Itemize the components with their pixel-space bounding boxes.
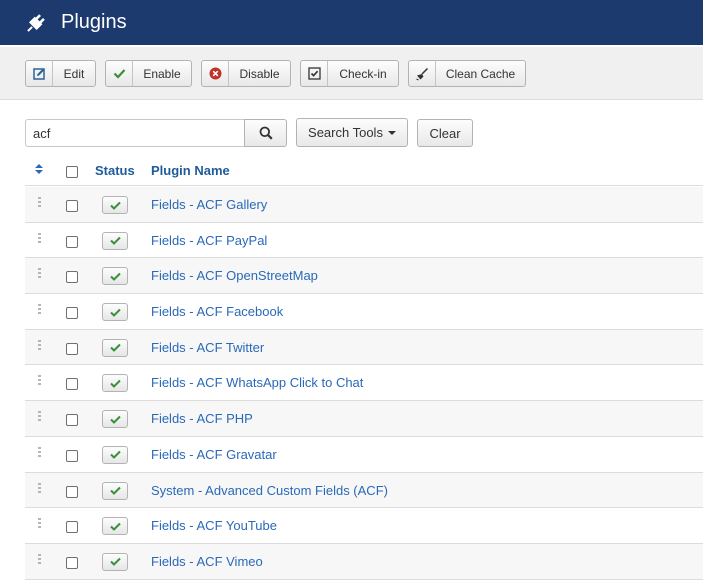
drag-handle-icon[interactable] bbox=[38, 482, 41, 493]
plugin-list: Fields - ACF Gallery Fields - ACF PayPal… bbox=[25, 187, 703, 580]
table-row: Fields - ACF PHP bbox=[25, 401, 703, 437]
plug-icon bbox=[24, 11, 48, 35]
table-row: Fields - ACF Facebook bbox=[25, 294, 703, 330]
row-checkbox[interactable] bbox=[66, 378, 78, 391]
table-row: Fields - ACF PayPal bbox=[25, 223, 703, 259]
check-icon bbox=[109, 201, 121, 210]
disable-icon bbox=[202, 61, 229, 86]
check-icon bbox=[106, 61, 133, 86]
drag-handle-icon[interactable] bbox=[38, 197, 41, 207]
row-checkbox[interactable] bbox=[66, 342, 78, 355]
row-checkbox[interactable] bbox=[66, 485, 78, 498]
plugin-name-link[interactable]: Fields - ACF PHP bbox=[151, 411, 253, 426]
check-icon bbox=[109, 344, 121, 353]
plugin-name-link[interactable]: Fields - ACF Vimeo bbox=[151, 554, 263, 569]
column-header-plugin-name[interactable]: Plugin Name bbox=[151, 163, 230, 178]
check-icon bbox=[109, 486, 121, 495]
search-tools-label: Search Tools bbox=[308, 125, 383, 140]
table-row: Fields - ACF Twitter bbox=[25, 329, 703, 366]
status-toggle[interactable] bbox=[102, 517, 128, 536]
search-tools-button[interactable]: Search Tools bbox=[296, 118, 408, 147]
status-toggle[interactable] bbox=[102, 410, 128, 429]
status-toggle[interactable] bbox=[102, 231, 128, 250]
enable-button-label: Enable bbox=[143, 66, 181, 81]
check-icon bbox=[109, 415, 121, 424]
edit-button[interactable]: Edit bbox=[25, 60, 96, 87]
drag-handle-icon[interactable] bbox=[38, 411, 41, 422]
plugin-name-link[interactable]: Fields - ACF Facebook bbox=[151, 304, 283, 319]
check-icon bbox=[109, 379, 121, 388]
status-toggle[interactable] bbox=[102, 552, 128, 571]
plugin-name-link[interactable]: Fields - ACF WhatsApp Click to Chat bbox=[151, 375, 363, 390]
enable-button[interactable]: Enable bbox=[105, 60, 192, 87]
plugin-name-link[interactable]: Fields - ACF YouTube bbox=[151, 518, 277, 533]
row-checkbox[interactable] bbox=[66, 556, 78, 569]
checkin-icon bbox=[301, 61, 328, 86]
edit-button-label: Edit bbox=[63, 66, 85, 81]
drag-handle-icon[interactable] bbox=[38, 518, 41, 529]
table-row: Fields - ACF YouTube bbox=[25, 508, 703, 544]
table-row: Fields - ACF OpenStreetMap bbox=[25, 258, 703, 295]
drag-handle-icon[interactable] bbox=[38, 375, 41, 386]
plugin-name-link[interactable]: Fields - ACF Gravatar bbox=[151, 447, 277, 462]
page-header: Plugins bbox=[0, 0, 703, 45]
row-checkbox[interactable] bbox=[66, 235, 78, 248]
drag-handle-icon[interactable] bbox=[38, 339, 41, 350]
check-icon bbox=[109, 272, 121, 281]
plugin-name-link[interactable]: Fields - ACF OpenStreetMap bbox=[151, 268, 318, 283]
drag-handle-icon[interactable] bbox=[38, 553, 41, 564]
drag-handle-icon[interactable] bbox=[38, 232, 41, 243]
clear-button[interactable]: Clear bbox=[417, 119, 473, 147]
plugin-name-link[interactable]: Fields - ACF PayPal bbox=[151, 233, 267, 248]
check-icon bbox=[109, 522, 121, 531]
search-button[interactable] bbox=[244, 119, 287, 147]
clean-cache-button-label: Clean Cache bbox=[445, 66, 516, 81]
row-checkbox[interactable] bbox=[66, 271, 78, 284]
status-toggle[interactable] bbox=[102, 445, 128, 464]
check-icon bbox=[109, 236, 121, 246]
clean-cache-button[interactable]: Clean Cache bbox=[408, 60, 526, 87]
drag-handle-icon[interactable] bbox=[38, 268, 41, 279]
status-toggle[interactable] bbox=[102, 303, 128, 322]
drag-handle-icon[interactable] bbox=[38, 446, 41, 457]
table-row: Fields - ACF Gallery bbox=[25, 187, 703, 223]
search-input[interactable] bbox=[25, 119, 245, 147]
select-all-checkbox[interactable] bbox=[66, 166, 78, 178]
checkin-button[interactable]: Check-in bbox=[300, 60, 399, 87]
check-icon bbox=[109, 558, 121, 567]
table-row: Fields - ACF WhatsApp Click to Chat bbox=[25, 365, 703, 402]
status-toggle[interactable] bbox=[102, 338, 128, 357]
caret-down-icon bbox=[387, 130, 396, 135]
row-checkbox[interactable] bbox=[66, 449, 78, 462]
status-toggle[interactable] bbox=[102, 267, 128, 286]
table-row: Fields - ACF Gravatar bbox=[25, 437, 703, 473]
sort-ordering-icon[interactable] bbox=[34, 163, 44, 178]
table-row: Fields - ACF Vimeo bbox=[25, 543, 703, 580]
plugin-name-link[interactable]: System - Advanced Custom Fields (ACF) bbox=[151, 483, 388, 498]
plugin-name-link[interactable]: Fields - ACF Twitter bbox=[151, 340, 264, 355]
toolbar: Edit Enable Disable Check-in Clean Cache bbox=[0, 47, 703, 100]
status-toggle[interactable] bbox=[102, 481, 128, 500]
plugin-name-link[interactable]: Fields - ACF Gallery bbox=[151, 197, 267, 212]
column-header-status[interactable]: Status bbox=[95, 163, 135, 178]
clean-cache-icon bbox=[409, 61, 436, 86]
page-title: Plugins bbox=[61, 11, 127, 33]
row-checkbox[interactable] bbox=[66, 521, 78, 534]
row-checkbox[interactable] bbox=[66, 414, 78, 427]
table-header: Status Plugin Name bbox=[25, 156, 703, 186]
row-checkbox[interactable] bbox=[66, 307, 78, 320]
clear-button-label: Clear bbox=[429, 125, 461, 141]
table-row: System - Advanced Custom Fields (ACF) bbox=[25, 472, 703, 509]
disable-button[interactable]: Disable bbox=[201, 60, 291, 87]
check-icon bbox=[109, 451, 121, 460]
check-icon bbox=[109, 308, 121, 317]
search-icon bbox=[259, 126, 273, 140]
disable-button-label: Disable bbox=[239, 66, 280, 81]
edit-icon bbox=[26, 61, 53, 86]
checkin-button-label: Check-in bbox=[339, 66, 387, 81]
row-checkbox[interactable] bbox=[66, 200, 78, 212]
status-toggle[interactable] bbox=[102, 196, 128, 214]
drag-handle-icon[interactable] bbox=[38, 304, 41, 315]
status-toggle[interactable] bbox=[102, 374, 128, 393]
